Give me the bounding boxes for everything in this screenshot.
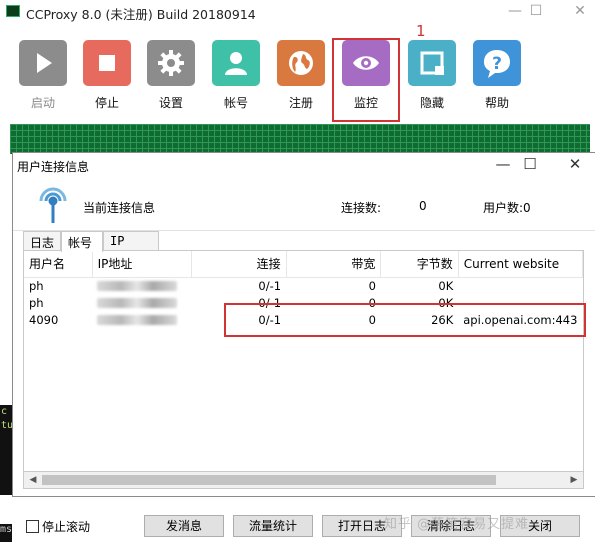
column-header-username[interactable]: 用户名: [24, 251, 93, 278]
register-label: 注册: [288, 96, 313, 110]
table-header-row: 用户名 IP地址 连接 带宽 字节数 Current website: [24, 251, 584, 278]
redacted-ip: [97, 298, 178, 308]
globe-icon: [277, 40, 325, 86]
row-highlight-box: [224, 303, 586, 337]
play-icon: [19, 40, 67, 86]
main-titlebar: CCProxy 8.0 (未注册) Build 20180914 — ☐ ✕: [0, 0, 595, 24]
tab-ip[interactable]: IP: [103, 231, 159, 251]
tab-log[interactable]: 日志: [23, 231, 61, 251]
user-count-label: 用户数:0: [483, 201, 531, 215]
cell-ip-redacted: [92, 311, 191, 328]
connection-count-label: 连接数:: [341, 201, 382, 215]
stop-scroll-label: 停止滚动: [42, 520, 91, 534]
help-button[interactable]: ? 帮助: [467, 40, 527, 112]
stop-scroll-checkbox[interactable]: 停止滚动: [26, 518, 90, 535]
scrollbar-thumb[interactable]: [42, 475, 496, 485]
dialog-title: 用户连接信息: [17, 160, 90, 174]
cell-connections: 0/-1: [258, 278, 282, 293]
account-button[interactable]: 帐号: [206, 40, 266, 112]
maximize-button[interactable]: ☐: [516, 0, 556, 24]
column-header-bytes[interactable]: 字节数: [380, 251, 459, 278]
scroll-right-arrow-icon[interactable]: ▶: [566, 473, 582, 487]
help-label: 帮助: [484, 96, 509, 110]
traffic-stats-button[interactable]: 流量统计: [233, 515, 313, 537]
redacted-ip: [97, 315, 178, 325]
column-header-connections[interactable]: 连接: [191, 251, 287, 278]
hide-button[interactable]: 隐藏: [402, 40, 462, 112]
cell-username: 4090: [29, 312, 59, 327]
terminal-line: tu: [1, 420, 12, 431]
cell-current-website: [458, 277, 582, 294]
cell-ip-redacted: [92, 294, 191, 311]
send-message-button[interactable]: 发消息: [144, 515, 224, 537]
stop-icon: [83, 40, 131, 86]
help-bubble-icon: ?: [473, 40, 521, 86]
hide-window-icon: [408, 40, 456, 86]
checkbox-box[interactable]: [26, 520, 39, 533]
signal-icon: [39, 187, 67, 223]
settings-label: 设置: [158, 96, 183, 110]
toolbar: 启动 停止 设置 帐号 注册 监控 隐藏 ? 帮助: [0, 34, 595, 114]
column-header-ip[interactable]: IP地址: [92, 251, 192, 278]
dialog-maximize-button[interactable]: ☐: [510, 153, 550, 177]
cell-ip-redacted: [92, 277, 191, 294]
register-button[interactable]: 注册: [271, 40, 331, 112]
hide-label: 隐藏: [419, 96, 444, 110]
column-header-current-website[interactable]: Current website: [458, 251, 584, 278]
monitor-highlight-box: [332, 38, 400, 122]
svg-text:?: ?: [492, 54, 502, 74]
connection-count-value: 0: [419, 199, 427, 213]
start-button[interactable]: 启动: [13, 40, 73, 112]
cell-username: ph: [29, 295, 44, 310]
main-window-title: CCProxy 8.0 (未注册) Build 20180914: [26, 7, 256, 22]
redacted-ip: [97, 281, 178, 292]
dialog-titlebar: 用户连接信息 — ☐ ✕: [13, 153, 595, 179]
stop-button[interactable]: 停止: [77, 40, 137, 112]
user-icon: [212, 40, 260, 86]
cell-bandwidth: 0: [368, 278, 376, 293]
background-terminal: c tu: [0, 405, 12, 495]
horizontal-scrollbar[interactable]: ◀ ▶: [23, 471, 584, 489]
connection-summary: 当前连接信息 连接数: 0 用户数:0: [13, 179, 595, 231]
scroll-left-arrow-icon[interactable]: ◀: [25, 473, 41, 487]
background-terminal-bottom: ms: [0, 524, 12, 542]
current-connections-title: 当前连接信息: [83, 201, 156, 215]
account-label: 帐号: [223, 96, 248, 110]
traffic-graph: [10, 124, 590, 154]
table-row[interactable]: ph 0/-1 0 0K: [24, 277, 583, 294]
tab-account[interactable]: 帐号: [61, 231, 103, 252]
cell-bytes: 0K: [438, 278, 454, 293]
watermark: 知乎 @落笔容易又提难: [384, 517, 530, 532]
settings-button[interactable]: 设置: [141, 40, 201, 112]
terminal-line: c: [1, 406, 8, 417]
app-icon: [6, 5, 20, 17]
cell-username: ph: [29, 278, 44, 293]
start-label: 启动: [30, 96, 55, 110]
stop-label: 停止: [94, 96, 119, 110]
connections-table-panel: 用户名 IP地址 连接 带宽 字节数 Current website ph 0/…: [23, 250, 584, 489]
close-button[interactable]: ✕: [560, 0, 595, 24]
gear-icon: [147, 40, 195, 86]
column-header-bandwidth[interactable]: 带宽: [286, 251, 382, 278]
dialog-close-button[interactable]: ✕: [555, 153, 595, 177]
terminal-line: ms: [0, 524, 12, 535]
